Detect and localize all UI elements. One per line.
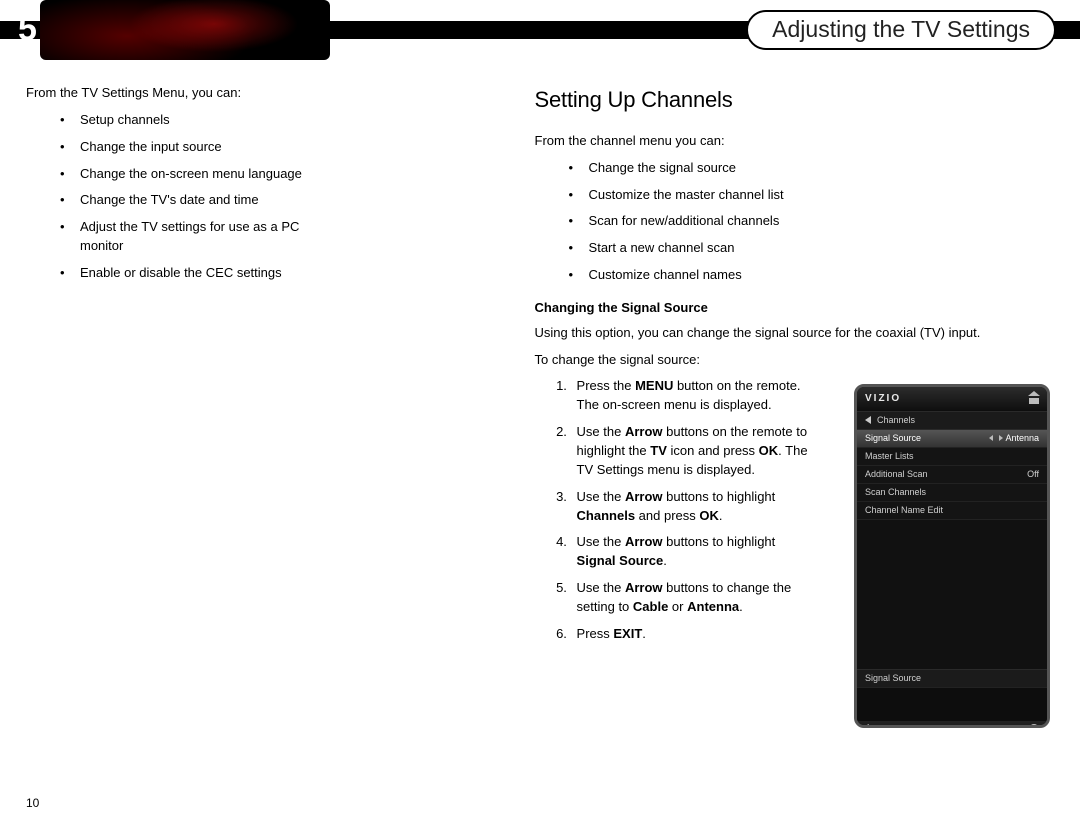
right-intro: From the channel menu you can: (535, 132, 1054, 151)
list-item: Customize the master channel list (569, 186, 849, 205)
home-icon (1029, 394, 1039, 404)
tv-row-label: Signal Source (865, 432, 921, 445)
list-item: Start a new channel scan (569, 239, 849, 258)
list-item: Change the signal source (569, 159, 849, 178)
list-item: Change the TV's date and time (60, 191, 340, 210)
tv-menu-fill (857, 519, 1047, 669)
back-arrow-icon (865, 416, 871, 424)
list-item: Enable or disable the CEC settings (60, 264, 340, 283)
cycle-icon (863, 723, 877, 728)
left-column: From the TV Settings Menu, you can: Setu… (26, 84, 491, 652)
list-item: Change the on-screen menu language (60, 165, 340, 184)
right-column: Setting Up Channels From the channel men… (535, 84, 1054, 652)
tv-footer-right: EXIT (1006, 724, 1039, 728)
section-title: Setting Up Channels (535, 84, 1054, 116)
tv-status-row: Signal Source (857, 669, 1047, 687)
subheading: Changing the Signal Source (535, 299, 1054, 318)
chapter-number: 5 (0, 5, 37, 54)
step-item: Press the MENU button on the remote. The… (571, 377, 815, 415)
right-bullet-list: Change the signal source Customize the ma… (535, 159, 1054, 285)
tv-row-additional-scan: Additional Scan Off (857, 465, 1047, 483)
step-item: Use the Arrow buttons to highlight Signa… (571, 533, 815, 571)
step-item: Press EXIT. (571, 625, 815, 644)
tv-row-value: Antenna (989, 432, 1039, 445)
step-item: Use the Arrow buttons to highlight Chann… (571, 488, 815, 526)
tv-row-master-lists: Master Lists (857, 447, 1047, 465)
tv-row-channel-name-edit: Channel Name Edit (857, 501, 1047, 519)
list-item: Setup channels (60, 111, 340, 130)
tv-row-value: Off (1027, 468, 1039, 481)
list-item: Customize channel names (569, 266, 849, 285)
steps-lead: To change the signal source: (535, 351, 1035, 370)
chapter-header: 5 Adjusting the TV Settings (0, 0, 1080, 60)
tv-blank-row (857, 687, 1047, 721)
subheading-desc: Using this option, you can change the si… (535, 324, 1035, 343)
tv-row-signal-source: Signal Source Antenna (857, 429, 1047, 447)
left-bullet-list: Setup channels Change the input source Cha… (26, 111, 491, 283)
tv-breadcrumb: Channels (877, 414, 915, 427)
step-item: Use the Arrow buttons to change the sett… (571, 579, 815, 617)
page-number: 10 (26, 795, 39, 812)
tv-brand-logo: VIZIO (865, 392, 901, 407)
tv-breadcrumb-row: Channels (857, 411, 1047, 429)
chapter-title-pill: Adjusting the TV Settings (746, 10, 1056, 50)
exit-icon (1029, 724, 1039, 728)
page-body: From the TV Settings Menu, you can: Setu… (0, 60, 1080, 652)
left-right-arrows-icon (989, 433, 1003, 443)
list-item: Adjust the TV settings for use as a PC m… (60, 218, 340, 256)
tv-row-scan-channels: Scan Channels (857, 483, 1047, 501)
list-item: Change the input source (60, 138, 340, 157)
tv-footer-left: LAST (865, 724, 900, 728)
left-intro: From the TV Settings Menu, you can: (26, 84, 491, 103)
tv-footer-bar: LAST EXIT (857, 721, 1047, 728)
tv-menu-top-bar: VIZIO (857, 387, 1047, 411)
chapter-title: Adjusting the TV Settings (772, 13, 1030, 46)
tv-menu-screenshot: VIZIO Channels Signal Source Antenna Mas… (854, 384, 1050, 728)
step-item: Use the Arrow buttons on the remote to h… (571, 423, 815, 480)
list-item: Scan for new/additional channels (569, 212, 849, 231)
ordered-steps: Press the MENU button on the remote. The… (535, 377, 815, 643)
header-swirl-graphic (40, 0, 330, 60)
